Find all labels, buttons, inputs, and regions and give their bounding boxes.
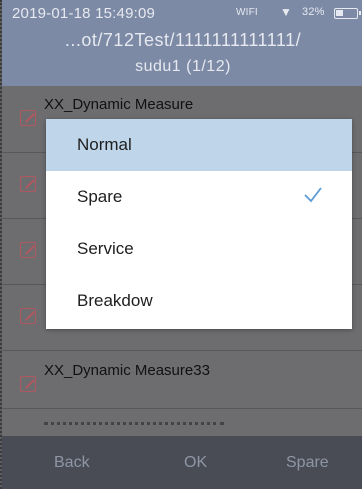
list-item-partial[interactable]: [2, 408, 362, 436]
battery-icon: [334, 8, 361, 19]
option-label: Breakdow: [77, 291, 153, 310]
list-item[interactable]: XX_Dynamic Measure33: [2, 350, 362, 409]
wifi-signal-icon: ▼: [280, 5, 293, 19]
status-time: 2019-01-18 15:49:09: [12, 5, 156, 22]
battery-percent: 32%: [302, 6, 325, 18]
option-breakdown[interactable]: Breakdow: [46, 275, 352, 327]
status-bar: 2019-01-18 15:49:09 WIFI ▼ 32%: [12, 5, 361, 23]
header: 2019-01-18 15:49:09 WIFI ▼ 32% ...ot/712…: [2, 0, 362, 86]
status-dropdown: Normal Spare Service Breakdow: [46, 119, 352, 329]
option-label: Normal: [77, 135, 132, 154]
edit-icon[interactable]: [20, 376, 36, 392]
list-item-label-fragment: [44, 422, 224, 430]
back-button[interactable]: Back: [54, 454, 90, 472]
option-service[interactable]: Service: [46, 223, 352, 275]
option-spare[interactable]: Spare: [46, 171, 352, 223]
check-icon: [304, 187, 322, 203]
option-label: Service: [77, 239, 134, 258]
page-subtitle: sudu1 (1/12): [135, 58, 231, 75]
breadcrumb-path: ...ot/712Test/1111111111111/: [64, 30, 302, 50]
list-item-label: XX_Dynamic Measure: [44, 96, 194, 113]
list-item-label: XX_Dynamic Measure33: [44, 362, 210, 379]
edit-icon[interactable]: [20, 176, 36, 192]
wifi-label: WIFI: [236, 7, 258, 18]
edit-icon[interactable]: [20, 242, 36, 258]
device-screen: 2019-01-18 15:49:09 WIFI ▼ 32% ...ot/712…: [0, 0, 362, 489]
edit-icon[interactable]: [20, 110, 36, 126]
edit-icon[interactable]: [20, 308, 36, 324]
status-button[interactable]: Spare: [286, 454, 329, 472]
bottom-toolbar: Back OK Spare: [2, 436, 362, 489]
option-normal[interactable]: Normal: [46, 119, 352, 171]
option-label: Spare: [77, 187, 123, 206]
ok-button[interactable]: OK: [184, 454, 207, 472]
